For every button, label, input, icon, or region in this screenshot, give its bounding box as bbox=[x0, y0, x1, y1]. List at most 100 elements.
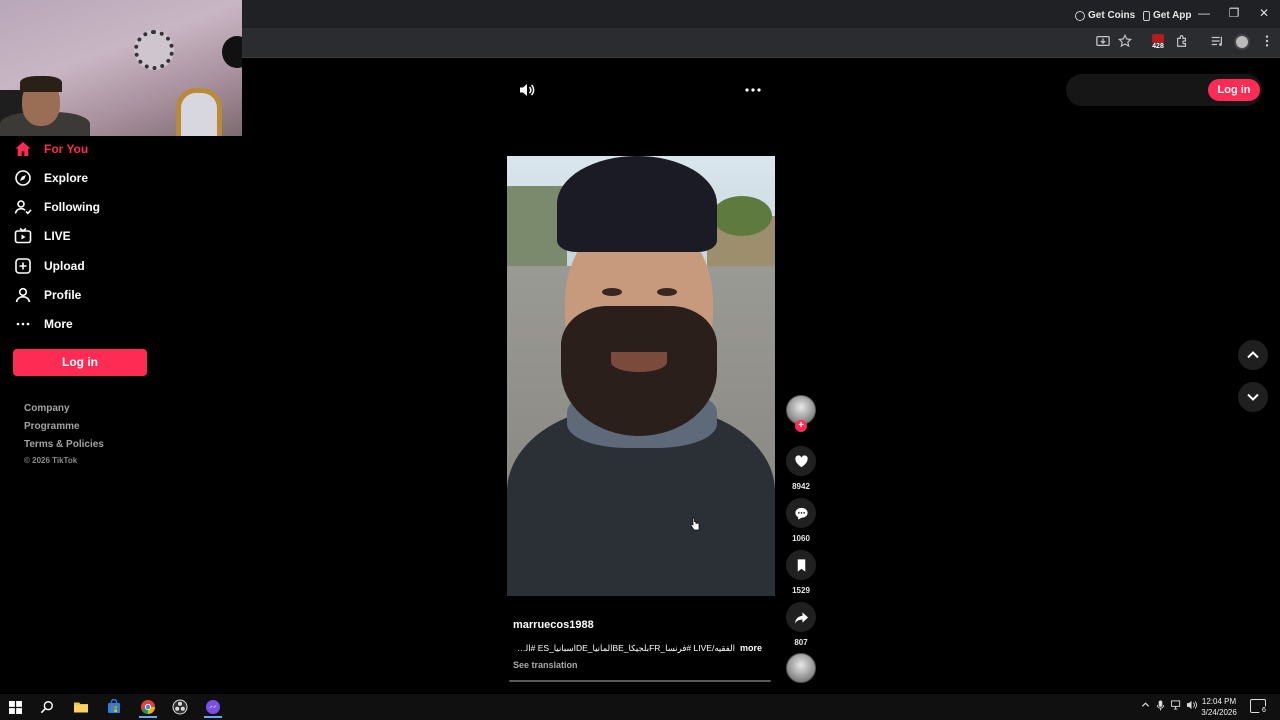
comment-icon bbox=[794, 507, 808, 520]
like-button[interactable] bbox=[786, 446, 816, 476]
video-username[interactable]: marruecos1988 bbox=[513, 619, 594, 631]
tray-chevron-up-icon[interactable] bbox=[1141, 700, 1150, 711]
search-icon bbox=[40, 701, 53, 714]
sidebar-item-explore[interactable]: Explore bbox=[14, 167, 88, 189]
footer-link-company[interactable]: Company bbox=[24, 403, 70, 414]
taskbar-obs[interactable] bbox=[171, 698, 189, 716]
taskbar-store[interactable] bbox=[105, 698, 123, 716]
tray-microphone-icon[interactable] bbox=[1156, 700, 1165, 713]
coin-icon bbox=[1075, 10, 1085, 21]
get-app-link[interactable]: Get App bbox=[1143, 10, 1192, 21]
following-icon bbox=[14, 200, 32, 215]
heart-icon bbox=[794, 454, 808, 467]
browser-profile-avatar[interactable] bbox=[1234, 34, 1250, 50]
taskbar-search-button[interactable] bbox=[38, 698, 56, 716]
save-count: 1529 bbox=[792, 586, 810, 595]
chrome-icon bbox=[141, 700, 156, 715]
sidebar-item-label: Profile bbox=[44, 288, 82, 302]
windows-taskbar: 12:04 PM 3/24/2026 6 bbox=[0, 694, 1280, 720]
background-object bbox=[222, 36, 242, 68]
compass-icon bbox=[15, 170, 31, 186]
phone-icon bbox=[1143, 10, 1150, 21]
get-app-label: Get App bbox=[1153, 10, 1192, 21]
sound-disc-avatar[interactable] bbox=[786, 653, 816, 683]
previous-video-button[interactable] bbox=[1238, 340, 1268, 370]
speaker-icon bbox=[520, 84, 535, 96]
copyright-text: © 2026 TikTok bbox=[24, 456, 78, 465]
share-button[interactable] bbox=[786, 602, 816, 632]
sidebar-item-label: Following bbox=[44, 200, 100, 214]
taskbar-messenger[interactable] bbox=[204, 698, 222, 716]
minimize-button[interactable]: — bbox=[1192, 4, 1216, 22]
video-progress-bar[interactable] bbox=[509, 680, 771, 682]
live-icon bbox=[14, 227, 32, 244]
chat-app-icon bbox=[206, 700, 220, 714]
bookmark-icon bbox=[797, 558, 805, 572]
video-player[interactable] bbox=[507, 156, 775, 596]
sidebar-item-label: For You bbox=[44, 142, 89, 156]
address-bar[interactable] bbox=[242, 31, 1112, 55]
taskbar-clock[interactable]: 12:04 PM 3/24/2026 bbox=[1198, 696, 1240, 718]
restore-button[interactable]: ❐ bbox=[1222, 4, 1246, 22]
home-icon bbox=[15, 142, 31, 156]
see-translation-link[interactable]: See translation bbox=[513, 660, 578, 670]
get-coins-label: Get Coins bbox=[1088, 10, 1136, 21]
wall-mirror bbox=[134, 30, 174, 70]
comment-count: 1060 bbox=[792, 534, 810, 543]
caption-more-button[interactable]: more bbox=[740, 643, 762, 653]
footer-link-terms[interactable]: Terms & Policies bbox=[24, 439, 104, 450]
video-options-button[interactable] bbox=[744, 82, 762, 98]
sound-toggle-button[interactable] bbox=[518, 82, 536, 98]
save-button[interactable] bbox=[786, 550, 816, 580]
bookmark-star-icon[interactable] bbox=[1116, 33, 1134, 52]
share-icon bbox=[794, 611, 808, 624]
webcam-overlay bbox=[0, 0, 242, 136]
notification-count: 6 bbox=[1259, 706, 1269, 716]
sidebar-item-for-you[interactable]: For You bbox=[14, 138, 88, 160]
obs-icon bbox=[172, 699, 188, 715]
sidebar-item-label: Explore bbox=[44, 171, 89, 185]
tray-volume-icon[interactable] bbox=[1186, 700, 1197, 712]
get-coins-link[interactable]: Get Coins bbox=[1075, 10, 1135, 21]
follow-plus-icon[interactable]: + bbox=[795, 420, 807, 432]
next-video-button[interactable] bbox=[1238, 382, 1268, 412]
picture-frame bbox=[176, 88, 222, 136]
taskbar-file-explorer[interactable] bbox=[72, 698, 90, 716]
taskbar-chrome[interactable] bbox=[139, 698, 157, 716]
header-login-button[interactable]: Log in bbox=[1208, 79, 1260, 101]
like-count: 8942 bbox=[792, 482, 810, 491]
chevron-up-icon bbox=[1247, 351, 1259, 359]
footer-link-programme[interactable]: Programme bbox=[24, 421, 80, 432]
clock-time: 12:04 PM bbox=[1201, 697, 1237, 706]
sidebar-item-label: LIVE bbox=[44, 229, 71, 243]
extension-badge-count: 428 bbox=[1152, 43, 1164, 50]
streamer-hair bbox=[20, 76, 62, 92]
share-count: 807 bbox=[794, 638, 808, 647]
sidebar-item-live[interactable]: LIVE bbox=[14, 225, 71, 247]
tray-network-icon[interactable] bbox=[1171, 700, 1182, 712]
more-icon bbox=[16, 322, 30, 326]
sidebar-item-label: More bbox=[44, 317, 73, 331]
sidebar-item-more[interactable]: More bbox=[14, 313, 73, 335]
video-caption: الفقيه/LIVE #فرنسا_FRبلجيكا_BEالمانيا_DE… bbox=[513, 643, 735, 653]
sidebar-item-label: Upload bbox=[44, 259, 85, 273]
start-button[interactable] bbox=[6, 698, 24, 716]
media-control-icon[interactable] bbox=[1208, 34, 1226, 52]
windows-logo-icon bbox=[8, 700, 22, 714]
sidebar-item-upload[interactable]: Upload bbox=[14, 255, 85, 277]
upload-icon bbox=[15, 258, 31, 274]
install-app-icon[interactable] bbox=[1094, 34, 1112, 52]
extensions-puzzle-icon[interactable] bbox=[1173, 34, 1191, 52]
sidebar-login-button[interactable]: Log in bbox=[13, 349, 147, 376]
profile-icon bbox=[15, 287, 31, 303]
sidebar-item-profile[interactable]: Profile bbox=[14, 284, 81, 306]
sidebar-item-following[interactable]: Following bbox=[14, 196, 100, 218]
close-window-button[interactable]: ✕ bbox=[1252, 4, 1276, 22]
extension-badge-icon[interactable]: 428 bbox=[1150, 32, 1166, 52]
chevron-down-icon bbox=[1247, 393, 1259, 401]
hand-cursor-icon bbox=[690, 517, 700, 531]
clock-date: 3/24/2026 bbox=[1201, 708, 1237, 717]
store-icon bbox=[108, 699, 120, 713]
browser-menu-icon[interactable] bbox=[1258, 34, 1276, 52]
comment-button[interactable] bbox=[786, 498, 816, 528]
